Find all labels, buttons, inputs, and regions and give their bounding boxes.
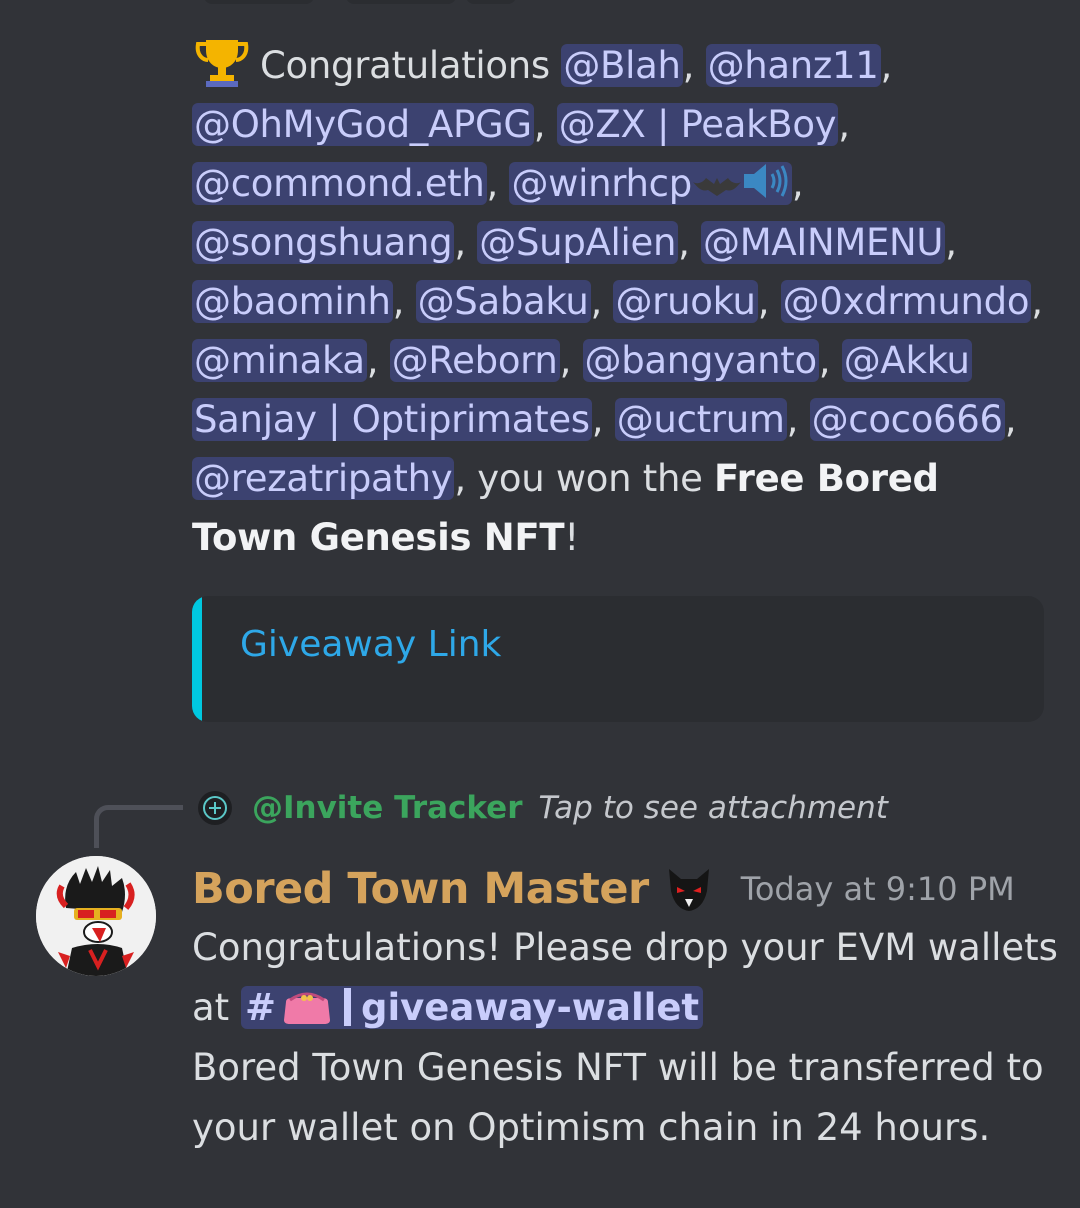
mention-0xdrmundo[interactable]: @0xdrmundo	[780, 280, 1032, 323]
mention-minaka[interactable]: @minaka	[192, 339, 367, 382]
mention-blah[interactable]: @Blah	[561, 44, 683, 87]
won-text: , you won the	[454, 457, 715, 500]
mention-mainmenu[interactable]: @MAINMENU	[701, 221, 946, 264]
previous-message-fragment	[196, 0, 526, 6]
avatar-image	[36, 856, 156, 976]
giveaway-link[interactable]: Giveaway Link	[240, 624, 501, 665]
channel-name: giveaway-wallet	[360, 986, 700, 1029]
channel-mention-giveaway-wallet[interactable]: # giveaway-wallet	[240, 986, 704, 1029]
reply-attachment-text[interactable]: Tap to see attachment	[539, 790, 888, 826]
reply-connector	[94, 805, 183, 848]
mention-reborn[interactable]: @Reborn	[389, 339, 560, 382]
mention-coco666[interactable]: @coco666	[809, 398, 1005, 441]
mention-songshuang[interactable]: @songshuang	[192, 221, 455, 264]
mention-winrhcp-label: @winrhcp	[511, 162, 692, 205]
message-timestamp: Today at 9:10 PM	[740, 870, 1015, 908]
message-line-3: Bored Town Genesis NFT will be transferr…	[192, 1046, 1044, 1149]
mention-baominh[interactable]: @baominh	[192, 280, 393, 323]
mention-rezatripathy[interactable]: @rezatripathy	[192, 457, 455, 500]
at-text: at	[192, 986, 241, 1029]
mention-hanz11[interactable]: @hanz11	[705, 44, 881, 87]
reply-author[interactable]: @Invite Tracker	[252, 790, 523, 826]
message-line-1: Congratulations! Please drop your EVM wa…	[192, 926, 1058, 969]
avatar[interactable]	[36, 856, 156, 976]
bat-icon	[692, 178, 741, 196]
trophy-icon	[195, 40, 249, 87]
channel-separator	[343, 988, 351, 1026]
mention-commond-eth[interactable]: @commond.eth	[192, 162, 487, 205]
message-header: Bored Town Master Today at 9:10 PM	[192, 858, 1015, 920]
mention-supalien[interactable]: @SupAlien	[477, 221, 679, 264]
mention-winrhcp[interactable]: @winrhcp	[509, 162, 792, 205]
congrats-text: Congratulations	[260, 44, 562, 87]
reply-reference[interactable]: @Invite Tracker Tap to see attachment	[198, 786, 888, 830]
wallet-instruction-message: Congratulations! Please drop your EVM wa…	[192, 918, 1062, 1158]
mention-ruoku[interactable]: @ruoku	[613, 280, 758, 323]
giveaway-winners-message: Congratulations @Blah, @hanz11, @OhMyGod…	[192, 36, 1052, 567]
purse-icon	[283, 992, 330, 1024]
channel-hash-icon: #	[244, 986, 276, 1029]
mention-sabaku[interactable]: @Sabaku	[415, 280, 591, 323]
reply-plus-icon	[198, 791, 232, 825]
cat-badge-icon	[668, 869, 709, 911]
mention-ohmygod-apgg[interactable]: @OhMyGod_APGG	[192, 103, 534, 146]
mention-zx-peakboy[interactable]: @ZX | PeakBoy	[556, 103, 839, 146]
giveaway-embed: Giveaway Link	[192, 596, 1044, 722]
mention-bangyanto[interactable]: @bangyanto	[582, 339, 819, 382]
mention-uctrum[interactable]: @uctrum	[614, 398, 787, 441]
speaker-icon	[743, 164, 788, 198]
end-text: !	[564, 516, 579, 559]
embed-accent-bar	[192, 596, 202, 722]
author-name[interactable]: Bored Town Master	[192, 864, 649, 914]
